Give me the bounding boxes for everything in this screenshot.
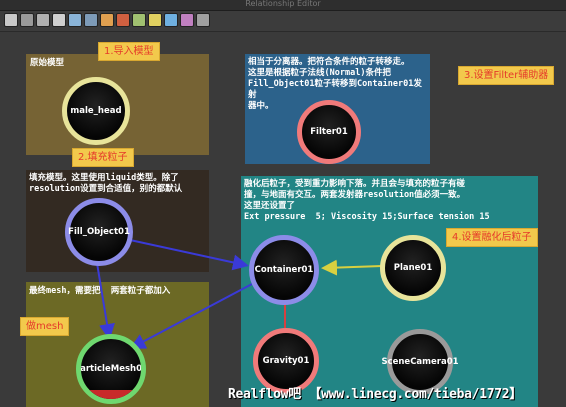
annotation-fill: 2.填充粒子 [72,148,134,167]
relationship-canvas[interactable]: 原始模型 填充模型。这里使用liquid类型。除了 resolution设置到合… [0,32,566,407]
node-plane-label: Plane01 [393,263,433,273]
settings-icon[interactable] [196,13,210,27]
refresh-icon[interactable] [180,13,194,27]
node-gravity-label: Gravity01 [262,356,310,366]
link-fill-to-mesh[interactable] [96,262,115,340]
annotation-filter: 3.设置Filter辅助器 [458,66,555,85]
node-container[interactable]: Container01 [249,235,319,305]
node-fill-object[interactable]: Fill_Object01 [65,198,133,266]
hand-tool-icon[interactable] [20,13,34,27]
node-particle-mesh[interactable]: ParticleMesh01 [76,334,146,404]
node-fill-object-label: Fill_Object01 [68,227,130,237]
watermark: Realflow吧 【www.linecg.com/tieba/1772】 [228,387,523,402]
node-plane[interactable]: Plane01 [380,235,446,301]
link-fill-to-container[interactable] [129,239,249,271]
link-plane-to-container[interactable] [321,259,384,276]
annotation-fused: 4.设置融化后粒子 [446,228,538,247]
link-icon[interactable] [100,13,114,27]
annotation-import: 1.导入模型 [98,42,160,61]
node-male-head-label: male_head [70,106,122,116]
node-scene-camera-label: SceneCamera01 [381,357,459,367]
title-bar: Relationship Editor [0,0,566,11]
unlink-icon[interactable] [116,13,130,27]
group-icon[interactable] [68,13,82,27]
toolbar [0,11,566,32]
annotation-mesh: 做mesh [20,317,70,336]
select-tool-icon[interactable] [4,13,18,27]
note-icon[interactable] [148,13,162,27]
node-filter[interactable]: Filter01 [297,100,361,164]
link-container-to-mesh[interactable] [129,283,253,349]
zoom-icon[interactable] [36,13,50,27]
node-container-label: Container01 [254,265,314,275]
frame-all-icon[interactable] [52,13,66,27]
node-male-head[interactable]: male_head [62,77,130,145]
node-particle-mesh-label: ParticleMesh01 [76,364,146,374]
window-title: Relationship Editor [245,0,321,8]
layout-icon[interactable] [132,13,146,27]
ungroup-icon[interactable] [84,13,98,27]
particle-mesh-status-bar [81,390,141,399]
filter-icon[interactable] [164,13,178,27]
node-filter-label: Filter01 [310,127,348,137]
